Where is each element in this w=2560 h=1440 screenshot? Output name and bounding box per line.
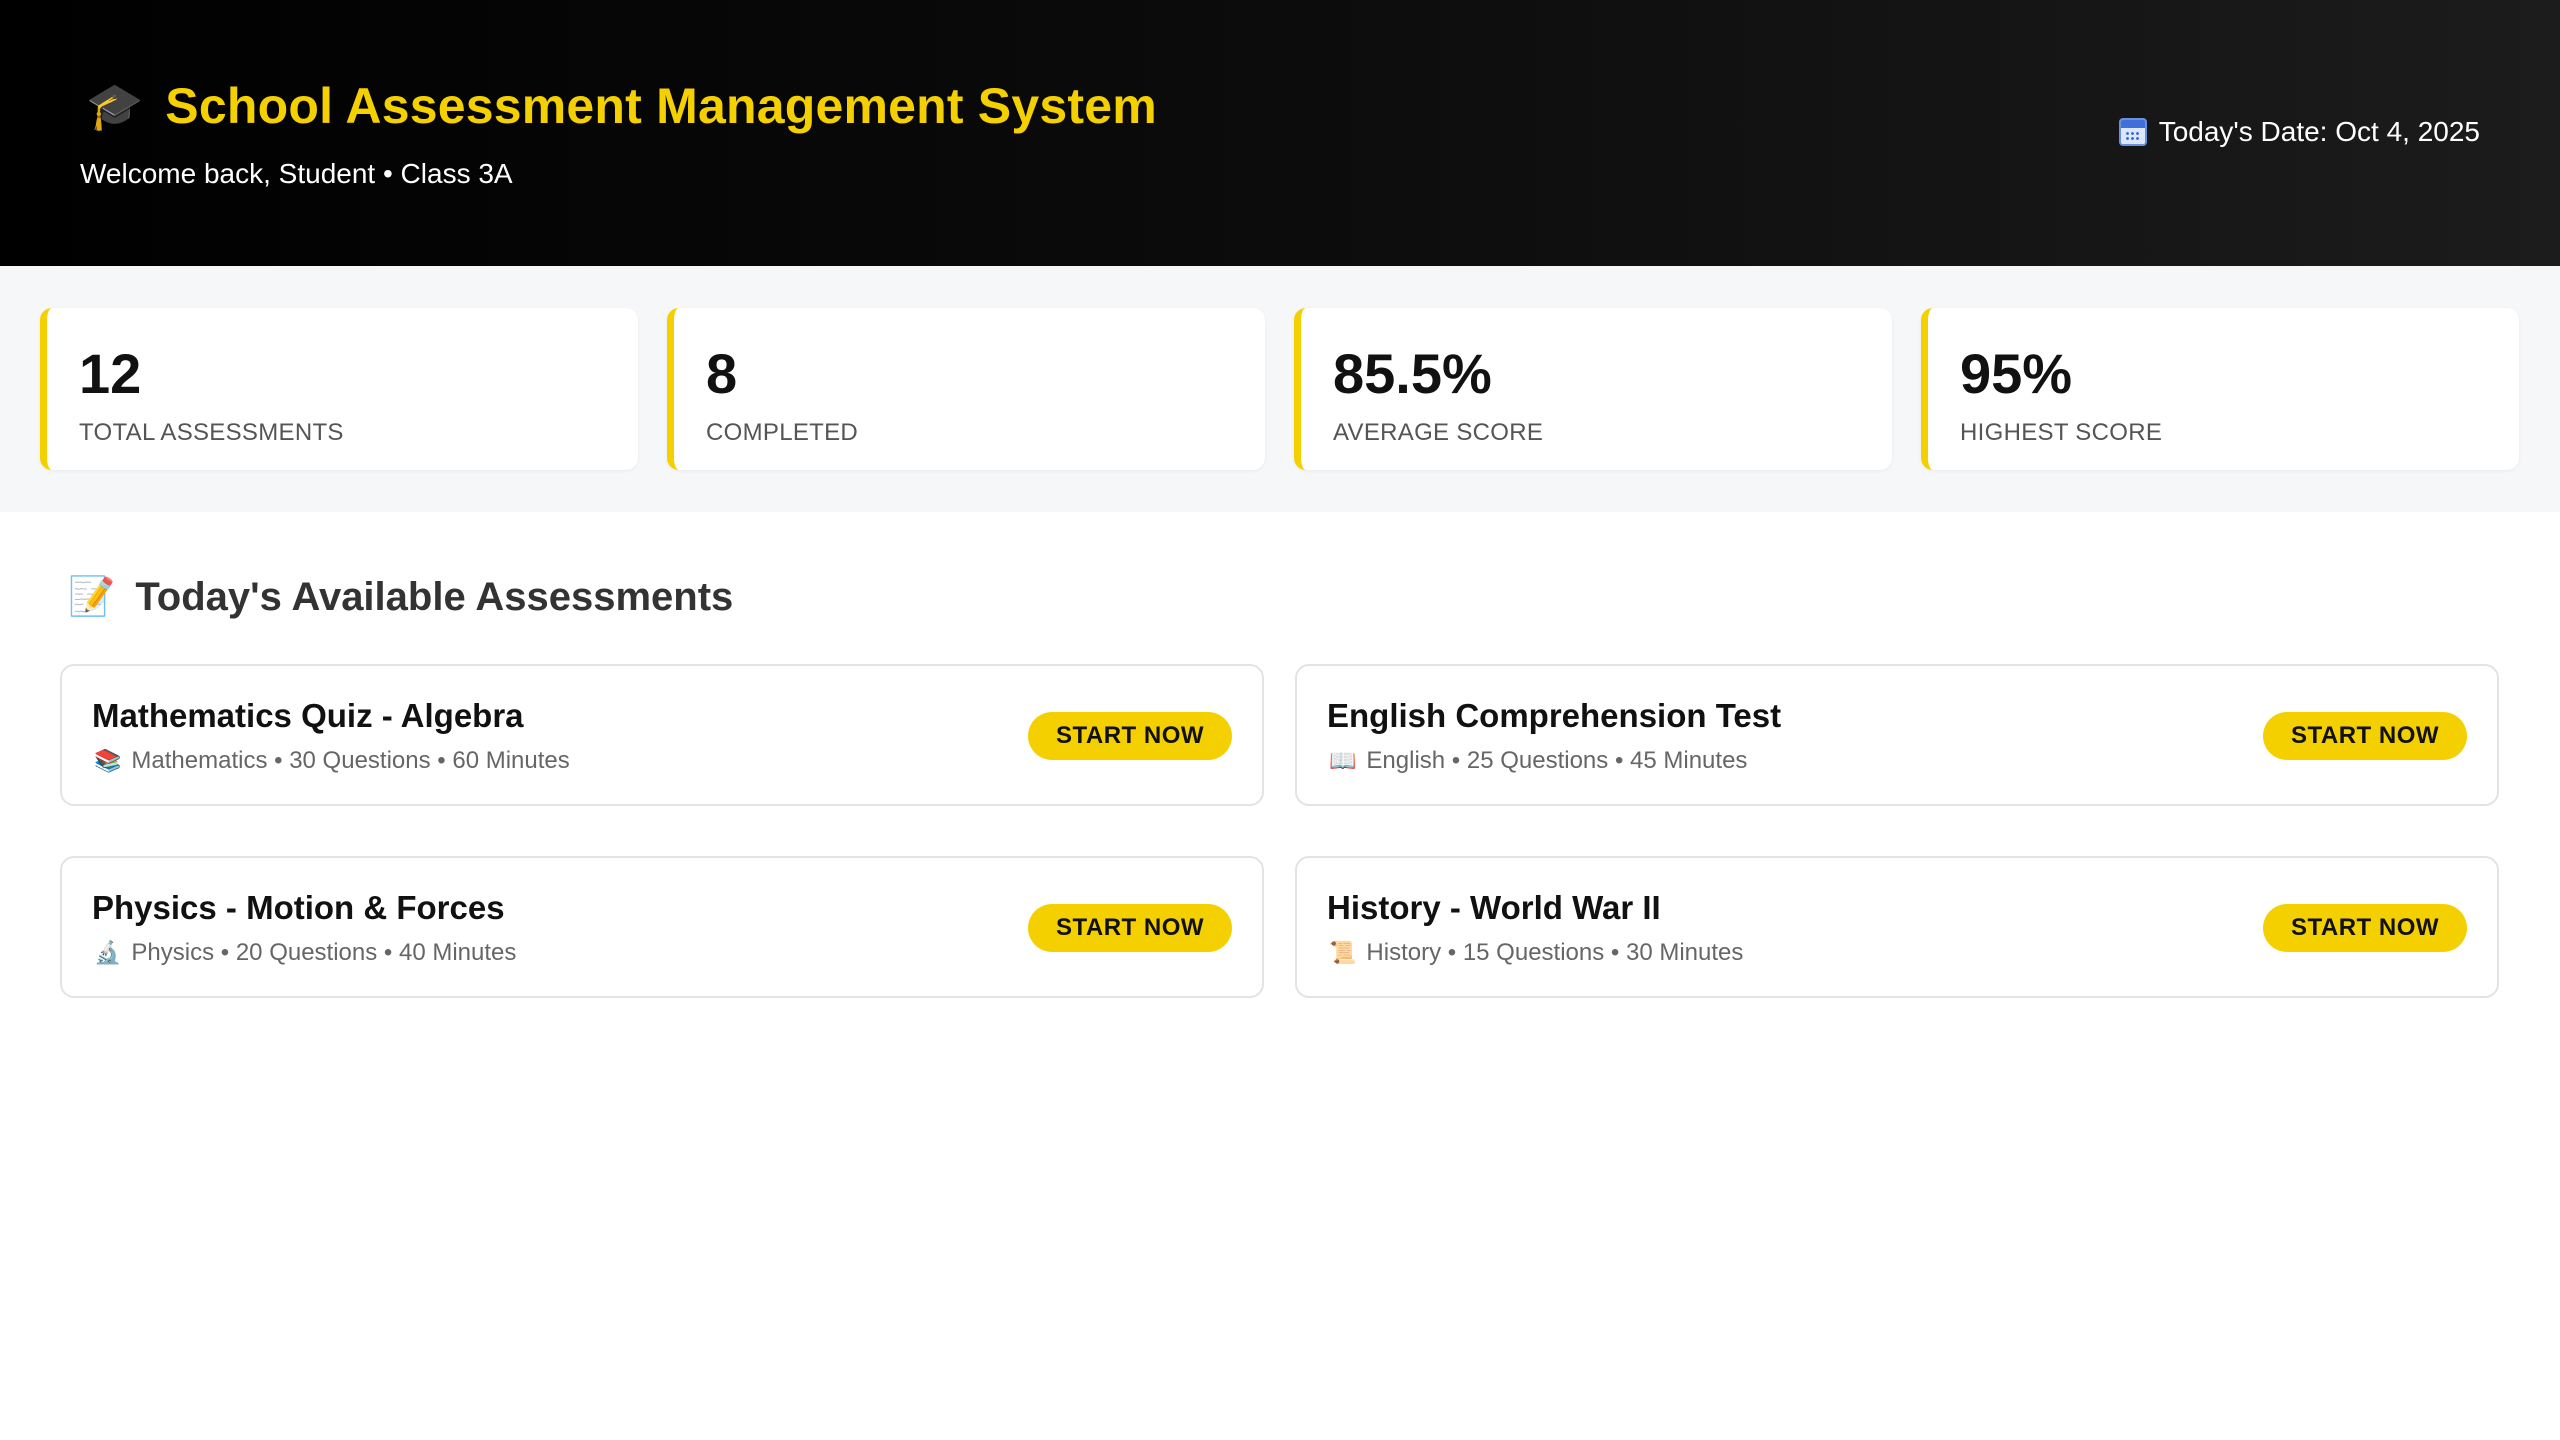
- stat-card-total-assessments: 12 TOTAL ASSESSMENTS: [40, 308, 638, 470]
- open-book-icon: 📖: [1329, 748, 1357, 773]
- start-now-button[interactable]: START NOW: [1028, 904, 1232, 952]
- today-date: Today's Date: Oct 4, 2025: [2118, 114, 2480, 150]
- today-date-text: Today's Date: Oct 4, 2025: [2158, 116, 2480, 147]
- graduation-cap-icon: 🎓: [86, 80, 144, 132]
- start-now-button[interactable]: START NOW: [2263, 904, 2467, 952]
- assessment-title: Physics - Motion & Forces: [92, 889, 505, 926]
- assessment-meta-text: Mathematics • 30 Questions • 60 Minutes: [131, 747, 570, 774]
- welcome-message: Welcome back, Student • Class 3A: [80, 158, 513, 189]
- assessment-card-english: English Comprehension Test 📖 English • 2…: [1295, 664, 2499, 806]
- stat-value: 95%: [1960, 342, 2073, 405]
- memo-icon: 📝: [68, 576, 116, 618]
- stat-label: COMPLETED: [706, 419, 859, 446]
- assessment-meta: 📖 English • 25 Questions • 45 Minutes: [1329, 746, 1747, 776]
- stat-label: AVERAGE SCORE: [1333, 419, 1544, 446]
- assessment-meta-text: English • 25 Questions • 45 Minutes: [1366, 747, 1748, 774]
- assessment-title: Mathematics Quiz - Algebra: [92, 697, 524, 734]
- stat-label: HIGHEST SCORE: [1960, 419, 2163, 446]
- start-now-button[interactable]: START NOW: [2263, 712, 2467, 760]
- assessment-meta: 🔬 Physics • 20 Questions • 40 Minutes: [94, 938, 516, 968]
- stats-section: 12 TOTAL ASSESSMENTS 8 COMPLETED 85.5% A…: [0, 266, 2560, 512]
- assessment-card-history: History - World War II 📜 History • 15 Qu…: [1295, 856, 2499, 998]
- page-header: 🎓 School Assessment Management System We…: [0, 0, 2560, 266]
- assessment-meta-text: Physics • 20 Questions • 40 Minutes: [131, 939, 517, 966]
- assessment-title: History - World War II: [1327, 889, 1661, 926]
- app-title-text: School Assessment Management System: [165, 78, 1157, 134]
- stat-value: 8: [706, 342, 738, 405]
- assessment-card-mathematics: Mathematics Quiz - Algebra 📚 Mathematics…: [60, 664, 1264, 806]
- stat-card-highest-score: 95% HIGHEST SCORE: [1921, 308, 2519, 470]
- assessment-meta: 📜 History • 15 Questions • 30 Minutes: [1329, 938, 1743, 968]
- start-now-button[interactable]: START NOW: [1028, 712, 1232, 760]
- section-title-text: Today's Available Assessments: [135, 575, 734, 619]
- stat-card-average-score: 85.5% AVERAGE SCORE: [1294, 308, 1892, 470]
- stat-label: TOTAL ASSESSMENTS: [79, 419, 344, 446]
- assessment-title: English Comprehension Test: [1327, 697, 1782, 734]
- stat-value: 12: [79, 342, 142, 405]
- books-icon: 📚: [94, 748, 122, 773]
- app-title: 🎓 School Assessment Management System: [86, 78, 1157, 134]
- calendar-icon: [2118, 118, 2147, 146]
- assessment-card-physics: Physics - Motion & Forces 🔬 Physics • 20…: [60, 856, 1264, 998]
- scroll-icon: 📜: [1329, 940, 1357, 965]
- microscope-icon: 🔬: [94, 940, 122, 965]
- stat-card-completed: 8 COMPLETED: [667, 308, 1265, 470]
- assessment-meta-text: History • 15 Questions • 30 Minutes: [1366, 939, 1744, 966]
- section-title: 📝 Today's Available Assessments: [68, 572, 733, 622]
- stat-value: 85.5%: [1333, 342, 1492, 405]
- assessment-meta: 📚 Mathematics • 30 Questions • 60 Minute…: [94, 746, 570, 776]
